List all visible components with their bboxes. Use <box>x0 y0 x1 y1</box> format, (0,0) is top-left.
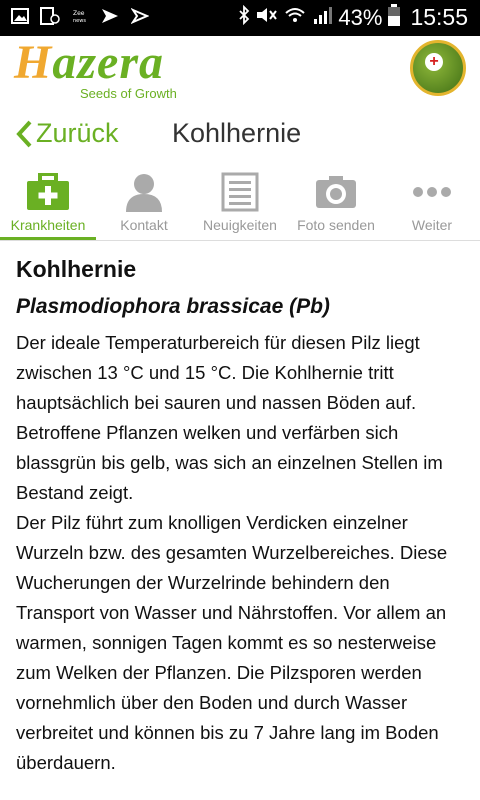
tab-foto-senden[interactable]: Foto senden <box>288 166 384 240</box>
logo-tagline: Seeds of Growth <box>80 86 177 101</box>
tab-krankheiten[interactable]: Krankheiten <box>0 166 96 240</box>
tab-label: Neuigkeiten <box>203 217 277 233</box>
back-button[interactable]: Zurück <box>14 118 119 149</box>
tab-kontakt[interactable]: Kontakt <box>96 166 192 240</box>
bluetooth-icon <box>238 4 250 30</box>
article: Kohlhernie Plasmodiophora brassicae (Pb)… <box>16 252 468 778</box>
title-bar: Zurück Kohlhernie <box>0 106 480 164</box>
tab-label: Krankheiten <box>10 217 86 233</box>
newspaper-icon <box>221 172 259 212</box>
tab-label: Kontakt <box>120 217 168 233</box>
person-icon <box>126 174 162 212</box>
logo-wordmark: Hazera <box>14 36 165 89</box>
system-icons: 43% 15:55 <box>238 4 468 31</box>
scientific-name: Plasmodiophora brassicae (Pb) <box>16 295 330 318</box>
battery-icon <box>388 4 401 31</box>
article-paragraph-1: Der ideale Temperaturbereich für diesen … <box>16 332 443 503</box>
plant-doctor-badge-icon[interactable]: + <box>410 40 466 96</box>
wifi-icon <box>284 5 306 30</box>
tab-label: Weiter <box>411 217 453 233</box>
gallery-icon <box>10 6 30 26</box>
tab-weiter[interactable]: Weiter <box>384 166 480 240</box>
red-cross-icon: + <box>425 53 443 71</box>
battery-percent: 43% <box>338 4 383 30</box>
more-dots-icon <box>413 187 451 197</box>
document-clock-icon <box>40 6 60 26</box>
article-heading: Kohlhernie <box>16 256 137 282</box>
camera-icon <box>316 176 356 208</box>
hazera-logo[interactable]: Hazera Seeds of Growth <box>14 36 177 102</box>
active-tab-indicator <box>0 237 96 240</box>
send-outline-icon <box>130 6 150 26</box>
back-label: Zurück <box>36 118 119 148</box>
tab-neuigkeiten[interactable]: Neuigkeiten <box>192 166 288 240</box>
send-icon <box>100 6 120 26</box>
svg-text:Zee: Zee <box>73 10 85 17</box>
notification-icons: Zee news <box>10 6 150 26</box>
tab-bar: Krankheiten Kontakt Neuigkeiten Foto sen… <box>0 166 480 241</box>
mute-icon <box>256 5 278 30</box>
signal-icon <box>312 5 333 30</box>
app-notification-icon: Zee news <box>70 6 90 26</box>
svg-text:news: news <box>73 18 86 24</box>
first-aid-kit-icon <box>27 173 69 210</box>
status-bar: Zee news 43% 15:55 <box>0 0 480 36</box>
app-header: Hazera Seeds of Growth + <box>0 36 480 106</box>
clock: 15:55 <box>410 4 468 30</box>
chevron-left-icon <box>16 120 32 147</box>
tab-label: Foto senden <box>297 217 375 233</box>
page-title: Kohlhernie <box>172 118 302 148</box>
article-paragraph-2: Der Pilz führt zum knolligen Verdicken e… <box>16 512 448 773</box>
